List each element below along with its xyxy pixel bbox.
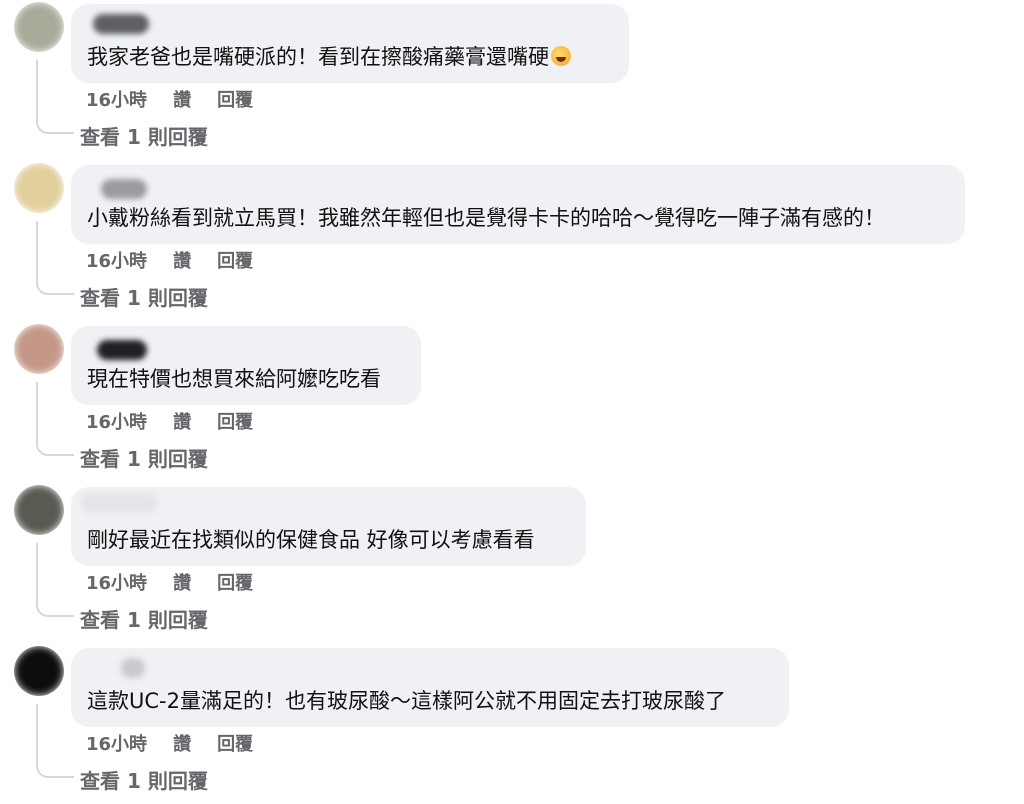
comment-actions: 16小時 讚 回覆 [86, 86, 253, 112]
comment-text: 這款UC-2量滿足的！也有玻尿酸～這樣阿公就不用固定去打玻尿酸了 [87, 688, 726, 714]
comment-text-content: 這款UC-2量滿足的！也有玻尿酸～這樣阿公就不用固定去打玻尿酸了 [87, 689, 726, 713]
like-button[interactable]: 讚 [173, 86, 191, 112]
reply-button[interactable]: 回覆 [217, 86, 253, 112]
view-replies-link[interactable]: 查看 1 則回覆 [80, 282, 208, 311]
view-replies-link[interactable]: 查看 1 則回覆 [80, 443, 208, 472]
comment-text-content: 小戴粉絲看到就立馬買！我雖然年輕但也是覺得卡卡的哈哈～覺得吃一陣子滿有感的！ [87, 206, 885, 230]
view-replies-link[interactable]: 查看 1 則回覆 [80, 604, 208, 633]
comment-timestamp[interactable]: 16小時 [86, 730, 147, 756]
comment-bubble: 我家老爸也是嘴硬派的！看到在擦酸痛藥膏還嘴硬 [71, 4, 629, 83]
comment: 這款UC-2量滿足的！也有玻尿酸～這樣阿公就不用固定去打玻尿酸了 16小時 讚 … [0, 644, 1024, 804]
author-name-redacted[interactable] [97, 340, 147, 360]
comment-bubble: 剛好最近在找類似的保健食品 好像可以考慮看看 [71, 487, 586, 566]
comment: 小戴粉絲看到就立馬買！我雖然年輕但也是覺得卡卡的哈哈～覺得吃一陣子滿有感的！ 1… [0, 161, 1024, 321]
comment-text: 小戴粉絲看到就立馬買！我雖然年輕但也是覺得卡卡的哈哈～覺得吃一陣子滿有感的！ [87, 205, 885, 231]
comment-text: 剛好最近在找類似的保健食品 好像可以考慮看看 [87, 527, 535, 553]
like-button[interactable]: 讚 [173, 730, 191, 756]
author-name-redacted[interactable] [121, 658, 145, 678]
comment-timestamp[interactable]: 16小時 [86, 408, 147, 434]
reply-button[interactable]: 回覆 [217, 569, 253, 595]
author-name-redacted[interactable] [101, 179, 147, 199]
reply-button[interactable]: 回覆 [217, 247, 253, 273]
view-replies-link[interactable]: 查看 1 則回覆 [80, 121, 208, 150]
comment-timestamp[interactable]: 16小時 [86, 569, 147, 595]
comment-actions: 16小時 讚 回覆 [86, 730, 253, 756]
like-button[interactable]: 讚 [173, 408, 191, 434]
comment-text-content: 剛好最近在找類似的保健食品 好像可以考慮看看 [87, 528, 535, 552]
reply-button[interactable]: 回覆 [217, 408, 253, 434]
like-button[interactable]: 讚 [173, 569, 191, 595]
reply-thread-line [36, 382, 74, 456]
reply-thread-line [36, 704, 74, 778]
avatar[interactable] [14, 485, 64, 535]
author-name-redacted[interactable] [81, 493, 157, 513]
comment-text-content: 我家老爸也是嘴硬派的！看到在擦酸痛藥膏還嘴硬 [87, 45, 549, 69]
comment-text-content: 現在特價也想買來給阿嬤吃吃看 [87, 367, 381, 391]
reply-thread-line [36, 60, 74, 134]
comment-bubble: 這款UC-2量滿足的！也有玻尿酸～這樣阿公就不用固定去打玻尿酸了 [71, 648, 789, 727]
reply-thread-line [36, 221, 74, 295]
avatar[interactable] [14, 2, 64, 52]
avatar[interactable] [14, 646, 64, 696]
view-replies-link[interactable]: 查看 1 則回覆 [80, 765, 208, 794]
reply-thread-line [36, 543, 74, 617]
comment-actions: 16小時 讚 回覆 [86, 408, 253, 434]
comment-actions: 16小時 讚 回覆 [86, 247, 253, 273]
avatar[interactable] [14, 163, 64, 213]
comment-actions: 16小時 讚 回覆 [86, 569, 253, 595]
comment-text: 我家老爸也是嘴硬派的！看到在擦酸痛藥膏還嘴硬 [87, 44, 571, 70]
comment: 剛好最近在找類似的保健食品 好像可以考慮看看 16小時 讚 回覆 查看 1 則回… [0, 483, 1024, 643]
avatar[interactable] [14, 324, 64, 374]
reply-button[interactable]: 回覆 [217, 730, 253, 756]
comment-timestamp[interactable]: 16小時 [86, 247, 147, 273]
author-name-redacted[interactable] [93, 14, 149, 34]
comment-timestamp[interactable]: 16小時 [86, 86, 147, 112]
like-button[interactable]: 讚 [173, 247, 191, 273]
comment-text: 現在特價也想買來給阿嬤吃吃看 [87, 366, 381, 392]
comment: 現在特價也想買來給阿嬤吃吃看 16小時 讚 回覆 查看 1 則回覆 [0, 322, 1024, 482]
laughing-emoji-icon [551, 46, 571, 66]
comment: 我家老爸也是嘴硬派的！看到在擦酸痛藥膏還嘴硬 16小時 讚 回覆 查看 1 則回… [0, 0, 1024, 160]
comment-bubble: 小戴粉絲看到就立馬買！我雖然年輕但也是覺得卡卡的哈哈～覺得吃一陣子滿有感的！ [71, 165, 965, 244]
comment-bubble: 現在特價也想買來給阿嬤吃吃看 [71, 326, 421, 405]
